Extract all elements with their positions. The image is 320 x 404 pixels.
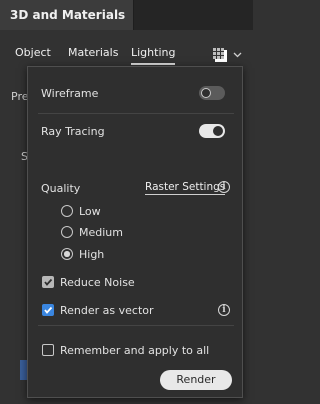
quality-medium-label: Medium — [79, 226, 123, 239]
panel-header: 3D and Materials — [0, 0, 253, 30]
raster-settings-link[interactable]: Raster Settings — [145, 181, 226, 195]
tab-object[interactable]: Object — [15, 46, 51, 59]
render-button[interactable]: Render — [160, 370, 232, 390]
remember-label: Remember and apply to all — [60, 344, 210, 357]
render-settings-popup: Wireframe Ray Tracing Quality Raster Set… — [27, 66, 243, 398]
background-highlight — [20, 360, 27, 380]
ray-tracing-toggle[interactable] — [199, 124, 225, 138]
wireframe-toggle[interactable] — [199, 86, 225, 100]
wireframe-label: Wireframe — [41, 87, 99, 100]
divider — [38, 113, 234, 114]
quality-medium-radio[interactable] — [61, 226, 73, 238]
tab-lighting[interactable]: Lighting — [131, 46, 176, 65]
quality-label: Quality — [41, 182, 81, 195]
checkmark-icon — [44, 306, 53, 314]
render-settings-icon[interactable] — [213, 48, 227, 62]
tab-materials[interactable]: Materials — [68, 46, 118, 59]
background-label-pre: Pre — [11, 90, 29, 103]
quality-low-label: Low — [79, 205, 101, 218]
panel-title-tab[interactable]: 3D and Materials — [0, 0, 134, 30]
quality-low-radio[interactable] — [61, 205, 73, 217]
render-as-vector-checkbox[interactable] — [42, 304, 54, 316]
remember-checkbox[interactable] — [42, 344, 54, 356]
reduce-noise-checkbox[interactable] — [42, 276, 54, 288]
ray-tracing-label: Ray Tracing — [41, 125, 105, 138]
chevron-down-icon[interactable] — [233, 52, 242, 58]
checkmark-icon — [44, 278, 53, 286]
quality-high-label: High — [79, 248, 105, 261]
render-as-vector-label: Render as vector — [60, 304, 154, 317]
reduce-noise-label: Reduce Noise — [60, 276, 135, 289]
info-icon[interactable]: i — [218, 181, 230, 193]
quality-high-radio[interactable] — [61, 248, 73, 260]
info-icon[interactable]: i — [218, 304, 230, 316]
divider — [38, 325, 234, 326]
